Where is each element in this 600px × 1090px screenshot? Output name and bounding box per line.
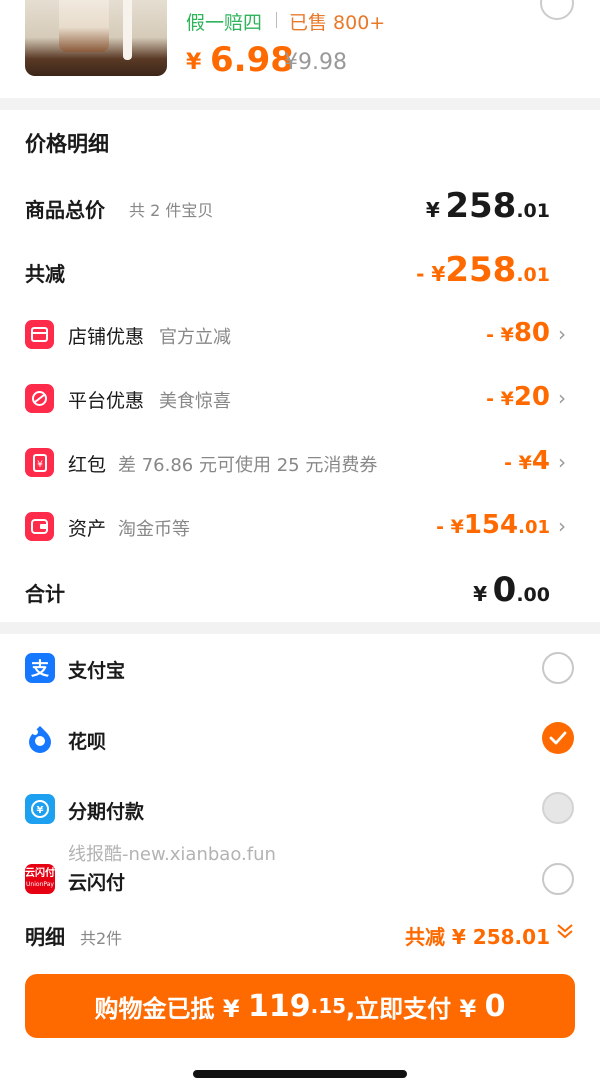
payment-label: 云闪付 [68,872,126,894]
total-label: 商品总价 [25,198,105,222]
payment-radio[interactable] [542,652,574,684]
discount-amount: - ¥154.01 [436,510,550,540]
shop-coupon-icon [25,320,54,349]
chevron-right-icon: › [558,514,566,538]
total-amount: ¥ 258.01 [425,186,550,226]
assets-icon [25,512,54,541]
discount-amount: - ¥4 [504,446,550,476]
product-price: 6.98 [210,40,294,80]
double-chevron-down-icon[interactable] [556,922,574,940]
total-item-count: 共 2 件宝贝 [129,201,214,220]
sum-label: 合计 [25,582,65,606]
watermark: 线报酷-new.xianbao.fun [68,844,276,865]
product-card[interactable]: 假一赔四 已售 800+ ¥ 6.98 ¥9.98 [0,0,600,98]
price-currency: ¥ [186,50,202,75]
detail-discount: 共减 ¥ 258.01 [404,925,550,949]
reduction-amount: - ¥258.01 [416,250,550,290]
guarantee-tag: 假一赔四 [186,12,263,34]
discount-sub: 淘金币等 [118,519,190,540]
discount-sub: 差 76.86 元可使用 25 元消费券 [118,455,378,476]
payment-radio[interactable] [542,863,574,895]
platform-coupon-icon [25,384,54,413]
pay-now-button[interactable]: 购物金已抵 ¥ 119.15 ,立即支付 ¥ 0 [25,974,575,1038]
section-divider [0,622,600,634]
checkmark-icon [549,731,567,745]
svg-text:¥: ¥ [37,805,44,816]
detail-count: 共2件 [80,929,123,948]
discount-label: 平台优惠 [68,390,145,412]
unionpay-icon: 云闪付 UnionPay [25,864,55,894]
red-envelope-icon: ¥ [25,448,54,477]
original-price: ¥9.98 [284,50,347,75]
reduction-label: 共减 [25,262,65,286]
discount-label: 红包 [68,454,107,476]
payment-radio-disabled[interactable] [542,792,574,824]
chevron-right-icon: › [558,450,566,474]
payment-label: 支付宝 [68,660,126,682]
discount-sub: 美食惊喜 [159,391,231,412]
svg-text:¥: ¥ [37,460,43,470]
detail-label: 明细 [25,925,65,949]
discount-amount: - ¥80 [486,318,550,348]
payment-label: 分期付款 [68,801,145,823]
section-title: 价格明细 [25,132,109,156]
alipay-icon: 支 [25,653,55,683]
chevron-right-icon: › [558,322,566,346]
sold-count: 已售 800+ [289,12,386,34]
payment-label: 花呗 [68,731,107,753]
installment-icon: ¥ [25,794,55,824]
payment-radio-checked[interactable] [542,722,574,754]
tag-divider [276,12,277,28]
discount-label: 资产 [68,518,107,540]
discount-label: 店铺优惠 [68,326,145,348]
home-indicator[interactable] [193,1070,407,1078]
sum-amount: ¥ 0.00 [473,570,550,610]
product-thumbnail [25,0,167,76]
product-select-radio[interactable] [540,0,574,20]
chevron-right-icon: › [558,386,566,410]
discount-sub: 官方立减 [159,327,231,348]
huabei-icon [25,723,55,753]
discount-amount: - ¥20 [486,382,550,412]
section-divider [0,98,600,110]
